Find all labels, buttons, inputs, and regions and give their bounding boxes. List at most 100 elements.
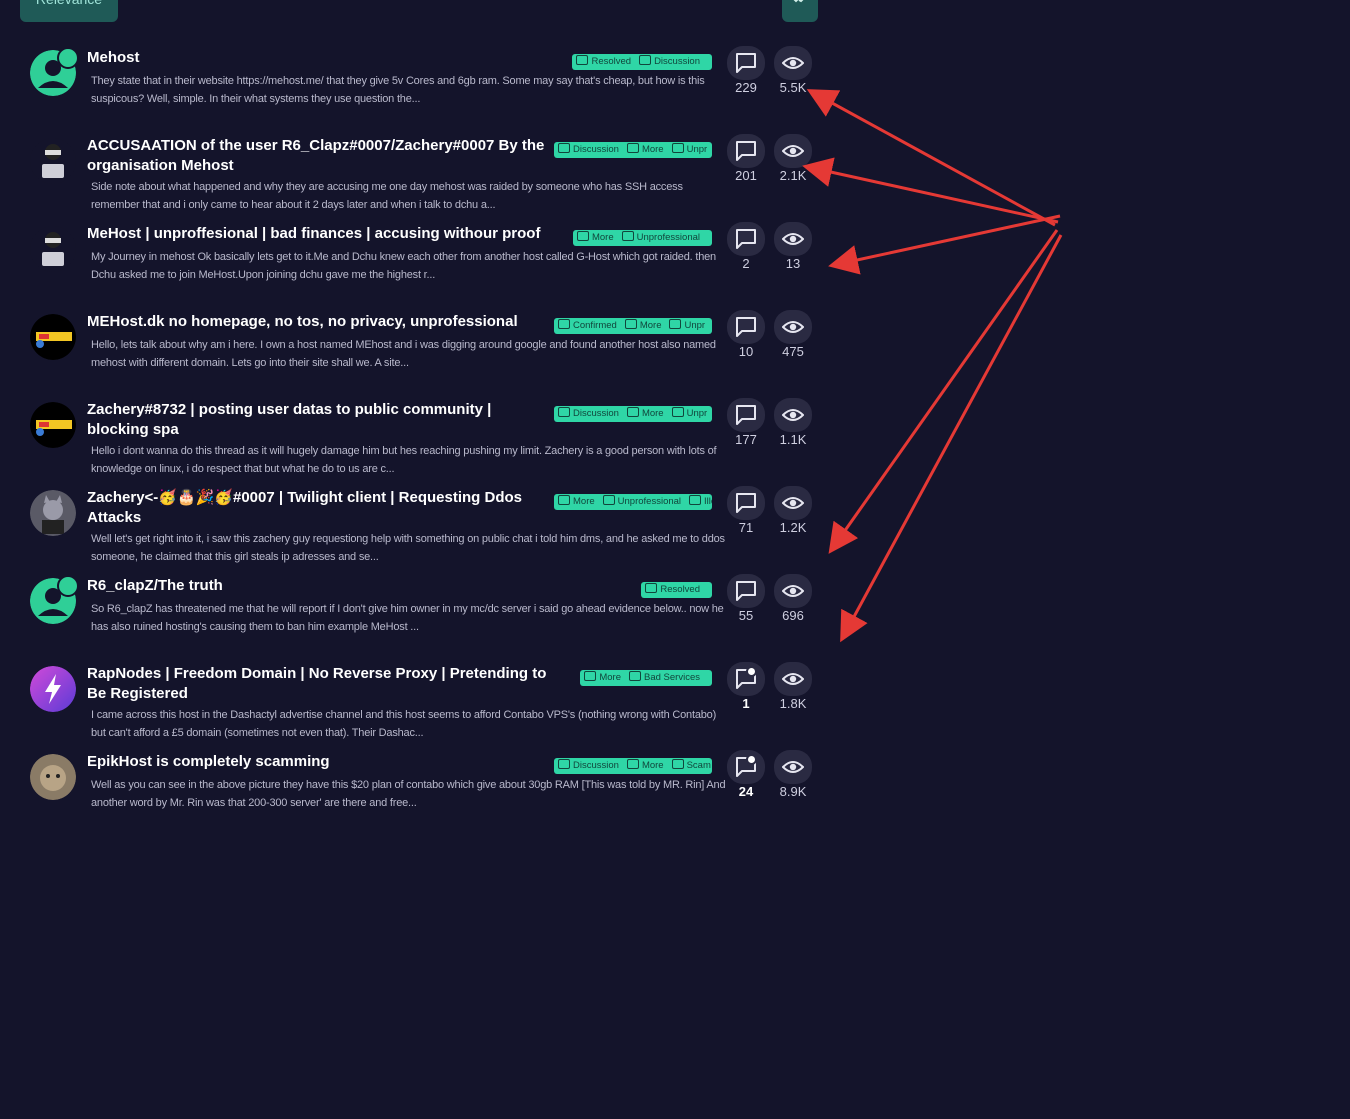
views-button[interactable] [774,46,812,80]
view-count: 696 [782,608,804,623]
views-button[interactable] [774,134,812,168]
thread-row[interactable]: R6_clapZ/The truth So R6_clapZ has threat… [0,568,840,656]
annotation-arrow [806,89,1056,227]
view-count: 1.2K [779,520,807,535]
tag-badge[interactable]: More [626,758,664,774]
tag-badge[interactable]: Scam [671,758,711,774]
replies-button[interactable] [727,134,765,168]
thread-title[interactable]: EpikHost is completely scamming [87,752,557,772]
sort-relevance-button[interactable]: Relevance [20,0,118,22]
thread-title[interactable]: Zachery<-🥳🎂🎉🥳#0007 | Twilight client | R… [87,488,557,528]
views-button[interactable] [774,398,812,432]
tag-badge[interactable]: More [626,406,664,422]
tag-badge[interactable]: Resolved [576,54,631,70]
thread-row[interactable]: ACCUSAATION of the user R6_Clapz#0007/Za… [0,128,840,216]
tag-badge[interactable]: Resolved [645,582,700,598]
tag-badge[interactable]: Illeg [689,494,712,510]
sort-toolbar: Relevance [0,0,840,22]
replies-button[interactable] [727,750,765,784]
cat-avatar[interactable] [30,490,76,536]
thread-tags: More Unprofessional Illeg [554,494,712,510]
replies-button[interactable] [727,310,765,344]
comment-icon [736,141,756,161]
comment-icon [736,317,756,337]
thread-title[interactable]: RapNodes | Freedom Domain | No Reverse P… [87,664,557,704]
thread-excerpt: Well as you can see in the above picture… [91,779,726,809]
tag-label: More [641,144,664,155]
tag-icon [626,759,639,769]
tag-badge[interactable]: More [584,670,621,686]
thread-title[interactable]: Zachery#8732 | posting user datas to pub… [87,400,557,440]
tag-icon [626,143,639,153]
replies-button[interactable] [727,662,765,696]
thread-title[interactable]: ACCUSAATION of the user R6_Clapz#0007/Za… [87,136,557,176]
logo-avatar[interactable] [30,314,76,360]
annotation-arrow [840,234,1063,643]
thread-row[interactable]: Zachery<-🥳🎂🎉🥳#0007 | Twilight client | R… [0,480,840,568]
replies-button[interactable] [727,486,765,520]
hacker-laptop-avatar[interactable] [30,138,76,184]
replies-button[interactable] [727,574,765,608]
thread-title[interactable]: MEHost.dk no homepage, no tos, no privac… [87,312,557,332]
mark-read-button[interactable] [782,0,818,22]
reply-count: 177 [735,432,757,447]
tag-icon [624,319,637,329]
tag-label: Unpr [686,408,708,419]
hacker-laptop-avatar[interactable] [30,226,76,272]
views-button[interactable] [774,574,812,608]
thread-excerpt: Hello i dont wanna do this thread as it … [91,445,717,475]
views-button[interactable] [774,486,812,520]
tag-badge[interactable]: Unprofessional [602,494,682,510]
thread-row[interactable]: MeHost | unproffesional | bad finances |… [0,216,840,304]
tag-badge[interactable]: More [624,318,661,334]
views-button[interactable] [774,310,812,344]
eye-icon [782,761,804,773]
thread-row[interactable]: Zachery#8732 | posting user datas to pub… [0,392,840,480]
tag-label: Unpr [686,144,708,155]
tag-label: Unprofessional [617,496,682,507]
replies-button[interactable] [727,46,765,80]
eye-icon [782,57,804,69]
view-count: 5.5K [779,80,807,95]
reply-count: 229 [735,80,757,95]
thread-title[interactable]: Mehost [87,48,557,68]
thread-title[interactable]: MeHost | unproffesional | bad finances |… [87,224,557,244]
tag-icon [629,671,642,681]
tag-badge[interactable]: Discussion [558,142,619,158]
replies-button[interactable] [727,222,765,256]
tag-badge[interactable]: Discussion [558,406,619,422]
tag-badge[interactable]: More [626,142,664,158]
view-count: 1.8K [779,696,807,711]
thread-title[interactable]: R6_clapZ/The truth [87,576,557,596]
tag-badge[interactable]: Unpr [671,406,708,422]
tag-icon [671,759,684,769]
tag-badge[interactable]: Unpr [669,318,705,334]
tag-label: Resolved [591,56,632,67]
logo-avatar[interactable] [30,402,76,448]
lightning-avatar[interactable] [30,666,76,712]
tag-badge[interactable]: Discussion [558,758,619,774]
tag-icon [639,55,652,65]
thread-row[interactable]: RapNodes | Freedom Domain | No Reverse P… [0,656,840,744]
tag-badge[interactable]: Discussion [639,54,700,70]
thread-tags: Discussion More Unpr [554,142,712,158]
double-check-icon [793,0,804,3]
tag-badge[interactable]: Confirmed [558,318,617,334]
thread-tags: More Unprofessional [572,230,712,246]
replies-button[interactable] [727,398,765,432]
thread-row[interactable]: MEHost.dk no homepage, no tos, no privac… [0,304,840,392]
cat-photo-avatar[interactable] [30,754,76,800]
views-button[interactable] [774,222,812,256]
eye-icon [782,585,804,597]
eye-icon [782,673,804,685]
thread-row[interactable]: Mehost They state that in their website h… [0,40,840,128]
tag-badge[interactable]: Bad Services [629,670,700,686]
tag-badge[interactable]: Unpr [671,142,708,158]
views-button[interactable] [774,662,812,696]
views-button[interactable] [774,750,812,784]
reply-count: 24 [738,784,754,799]
thread-row[interactable]: EpikHost is completely scamming Well as y… [0,744,840,832]
tag-badge[interactable]: Unprofessional [621,230,700,246]
tag-badge[interactable]: More [576,230,614,246]
tag-badge[interactable]: More [558,494,595,510]
